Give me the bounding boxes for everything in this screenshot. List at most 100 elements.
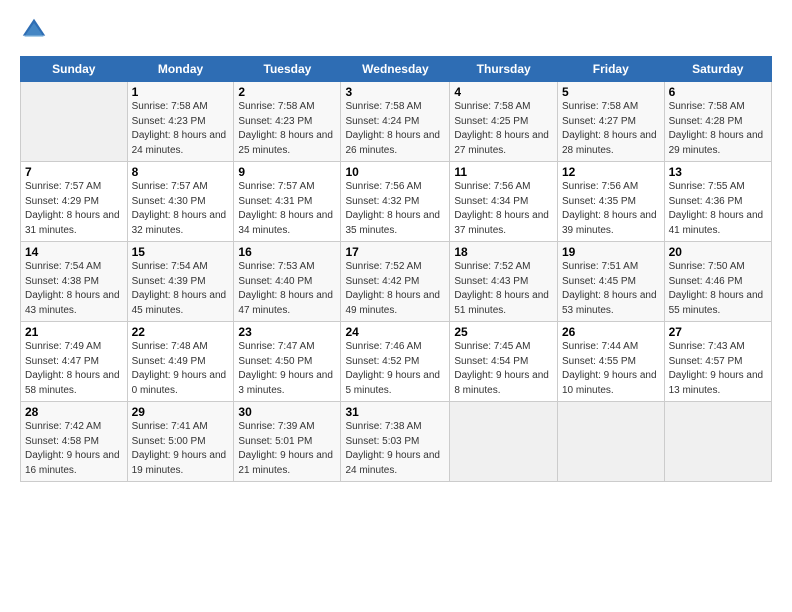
calendar-day-cell: 14 Sunrise: 7:54 AM Sunset: 4:38 PM Dayl…: [21, 242, 128, 322]
day-number: 14: [25, 245, 123, 259]
calendar-day-cell: 28 Sunrise: 7:42 AM Sunset: 4:58 PM Dayl…: [21, 402, 128, 482]
calendar-day-cell: 22 Sunrise: 7:48 AM Sunset: 4:49 PM Dayl…: [127, 322, 234, 402]
day-number: 22: [132, 325, 230, 339]
calendar-week-row: 21 Sunrise: 7:49 AM Sunset: 4:47 PM Dayl…: [21, 322, 772, 402]
calendar-day-cell: [664, 402, 771, 482]
calendar-day-cell: 18 Sunrise: 7:52 AM Sunset: 4:43 PM Dayl…: [450, 242, 558, 322]
calendar-day-cell: [450, 402, 558, 482]
day-number: 25: [454, 325, 553, 339]
day-info: Sunrise: 7:46 AM Sunset: 4:52 PM Dayligh…: [345, 340, 445, 398]
logo: [20, 16, 52, 44]
day-info: Sunrise: 7:44 AM Sunset: 4:55 PM Dayligh…: [562, 340, 660, 398]
header: [20, 16, 772, 44]
calendar-day-cell: 27 Sunrise: 7:43 AM Sunset: 4:57 PM Dayl…: [664, 322, 771, 402]
day-info: Sunrise: 7:58 AM Sunset: 4:27 PM Dayligh…: [562, 100, 660, 158]
calendar-day-cell: 26 Sunrise: 7:44 AM Sunset: 4:55 PM Dayl…: [558, 322, 665, 402]
day-info: Sunrise: 7:54 AM Sunset: 4:39 PM Dayligh…: [132, 260, 230, 318]
day-number: 31: [345, 405, 445, 419]
calendar-day-cell: 17 Sunrise: 7:52 AM Sunset: 4:42 PM Dayl…: [341, 242, 450, 322]
day-number: 24: [345, 325, 445, 339]
day-info: Sunrise: 7:49 AM Sunset: 4:47 PM Dayligh…: [25, 340, 123, 398]
calendar-week-row: 7 Sunrise: 7:57 AM Sunset: 4:29 PM Dayli…: [21, 162, 772, 242]
calendar-day-cell: 7 Sunrise: 7:57 AM Sunset: 4:29 PM Dayli…: [21, 162, 128, 242]
calendar-day-cell: [558, 402, 665, 482]
calendar-day-cell: 2 Sunrise: 7:58 AM Sunset: 4:23 PM Dayli…: [234, 82, 341, 162]
day-number: 15: [132, 245, 230, 259]
day-info: Sunrise: 7:57 AM Sunset: 4:30 PM Dayligh…: [132, 180, 230, 238]
calendar-day-cell: 19 Sunrise: 7:51 AM Sunset: 4:45 PM Dayl…: [558, 242, 665, 322]
day-number: 8: [132, 165, 230, 179]
day-info: Sunrise: 7:55 AM Sunset: 4:36 PM Dayligh…: [669, 180, 767, 238]
main-container: SundayMondayTuesdayWednesdayThursdayFrid…: [0, 0, 792, 492]
day-number: 21: [25, 325, 123, 339]
weekday-header: Friday: [558, 57, 665, 82]
day-number: 23: [238, 325, 336, 339]
day-number: 17: [345, 245, 445, 259]
calendar-day-cell: 25 Sunrise: 7:45 AM Sunset: 4:54 PM Dayl…: [450, 322, 558, 402]
day-info: Sunrise: 7:56 AM Sunset: 4:35 PM Dayligh…: [562, 180, 660, 238]
day-number: 4: [454, 85, 553, 99]
calendar-day-cell: 9 Sunrise: 7:57 AM Sunset: 4:31 PM Dayli…: [234, 162, 341, 242]
weekday-header: Thursday: [450, 57, 558, 82]
day-number: 28: [25, 405, 123, 419]
day-info: Sunrise: 7:58 AM Sunset: 4:23 PM Dayligh…: [132, 100, 230, 158]
day-number: 7: [25, 165, 123, 179]
day-info: Sunrise: 7:48 AM Sunset: 4:49 PM Dayligh…: [132, 340, 230, 398]
day-info: Sunrise: 7:50 AM Sunset: 4:46 PM Dayligh…: [669, 260, 767, 318]
calendar-day-cell: 30 Sunrise: 7:39 AM Sunset: 5:01 PM Dayl…: [234, 402, 341, 482]
day-info: Sunrise: 7:57 AM Sunset: 4:29 PM Dayligh…: [25, 180, 123, 238]
day-info: Sunrise: 7:54 AM Sunset: 4:38 PM Dayligh…: [25, 260, 123, 318]
day-info: Sunrise: 7:43 AM Sunset: 4:57 PM Dayligh…: [669, 340, 767, 398]
day-number: 26: [562, 325, 660, 339]
day-info: Sunrise: 7:52 AM Sunset: 4:43 PM Dayligh…: [454, 260, 553, 318]
calendar-day-cell: 8 Sunrise: 7:57 AM Sunset: 4:30 PM Dayli…: [127, 162, 234, 242]
day-number: 9: [238, 165, 336, 179]
calendar-day-cell: 3 Sunrise: 7:58 AM Sunset: 4:24 PM Dayli…: [341, 82, 450, 162]
day-number: 10: [345, 165, 445, 179]
calendar-day-cell: 12 Sunrise: 7:56 AM Sunset: 4:35 PM Dayl…: [558, 162, 665, 242]
logo-icon: [20, 16, 48, 44]
day-number: 30: [238, 405, 336, 419]
day-info: Sunrise: 7:41 AM Sunset: 5:00 PM Dayligh…: [132, 420, 230, 478]
calendar-week-row: 1 Sunrise: 7:58 AM Sunset: 4:23 PM Dayli…: [21, 82, 772, 162]
calendar-day-cell: 15 Sunrise: 7:54 AM Sunset: 4:39 PM Dayl…: [127, 242, 234, 322]
day-number: 5: [562, 85, 660, 99]
weekday-header: Monday: [127, 57, 234, 82]
day-info: Sunrise: 7:51 AM Sunset: 4:45 PM Dayligh…: [562, 260, 660, 318]
calendar-day-cell: 6 Sunrise: 7:58 AM Sunset: 4:28 PM Dayli…: [664, 82, 771, 162]
day-info: Sunrise: 7:56 AM Sunset: 4:34 PM Dayligh…: [454, 180, 553, 238]
day-info: Sunrise: 7:56 AM Sunset: 4:32 PM Dayligh…: [345, 180, 445, 238]
day-number: 11: [454, 165, 553, 179]
weekday-header: Tuesday: [234, 57, 341, 82]
day-number: 13: [669, 165, 767, 179]
day-info: Sunrise: 7:45 AM Sunset: 4:54 PM Dayligh…: [454, 340, 553, 398]
calendar-day-cell: 1 Sunrise: 7:58 AM Sunset: 4:23 PM Dayli…: [127, 82, 234, 162]
calendar-day-cell: 5 Sunrise: 7:58 AM Sunset: 4:27 PM Dayli…: [558, 82, 665, 162]
calendar-day-cell: 16 Sunrise: 7:53 AM Sunset: 4:40 PM Dayl…: [234, 242, 341, 322]
weekday-header: Sunday: [21, 57, 128, 82]
day-info: Sunrise: 7:57 AM Sunset: 4:31 PM Dayligh…: [238, 180, 336, 238]
day-number: 18: [454, 245, 553, 259]
day-info: Sunrise: 7:58 AM Sunset: 4:24 PM Dayligh…: [345, 100, 445, 158]
day-number: 16: [238, 245, 336, 259]
calendar-day-cell: 31 Sunrise: 7:38 AM Sunset: 5:03 PM Dayl…: [341, 402, 450, 482]
calendar-table: SundayMondayTuesdayWednesdayThursdayFrid…: [20, 56, 772, 482]
day-info: Sunrise: 7:47 AM Sunset: 4:50 PM Dayligh…: [238, 340, 336, 398]
weekday-header: Wednesday: [341, 57, 450, 82]
day-number: 6: [669, 85, 767, 99]
day-info: Sunrise: 7:39 AM Sunset: 5:01 PM Dayligh…: [238, 420, 336, 478]
calendar-day-cell: 11 Sunrise: 7:56 AM Sunset: 4:34 PM Dayl…: [450, 162, 558, 242]
day-number: 1: [132, 85, 230, 99]
calendar-day-cell: 21 Sunrise: 7:49 AM Sunset: 4:47 PM Dayl…: [21, 322, 128, 402]
weekday-header: Saturday: [664, 57, 771, 82]
day-number: 3: [345, 85, 445, 99]
day-info: Sunrise: 7:53 AM Sunset: 4:40 PM Dayligh…: [238, 260, 336, 318]
day-number: 27: [669, 325, 767, 339]
calendar-day-cell: [21, 82, 128, 162]
calendar-day-cell: 20 Sunrise: 7:50 AM Sunset: 4:46 PM Dayl…: [664, 242, 771, 322]
calendar-day-cell: 10 Sunrise: 7:56 AM Sunset: 4:32 PM Dayl…: [341, 162, 450, 242]
day-number: 20: [669, 245, 767, 259]
day-info: Sunrise: 7:58 AM Sunset: 4:28 PM Dayligh…: [669, 100, 767, 158]
day-info: Sunrise: 7:42 AM Sunset: 4:58 PM Dayligh…: [25, 420, 123, 478]
calendar-week-row: 28 Sunrise: 7:42 AM Sunset: 4:58 PM Dayl…: [21, 402, 772, 482]
